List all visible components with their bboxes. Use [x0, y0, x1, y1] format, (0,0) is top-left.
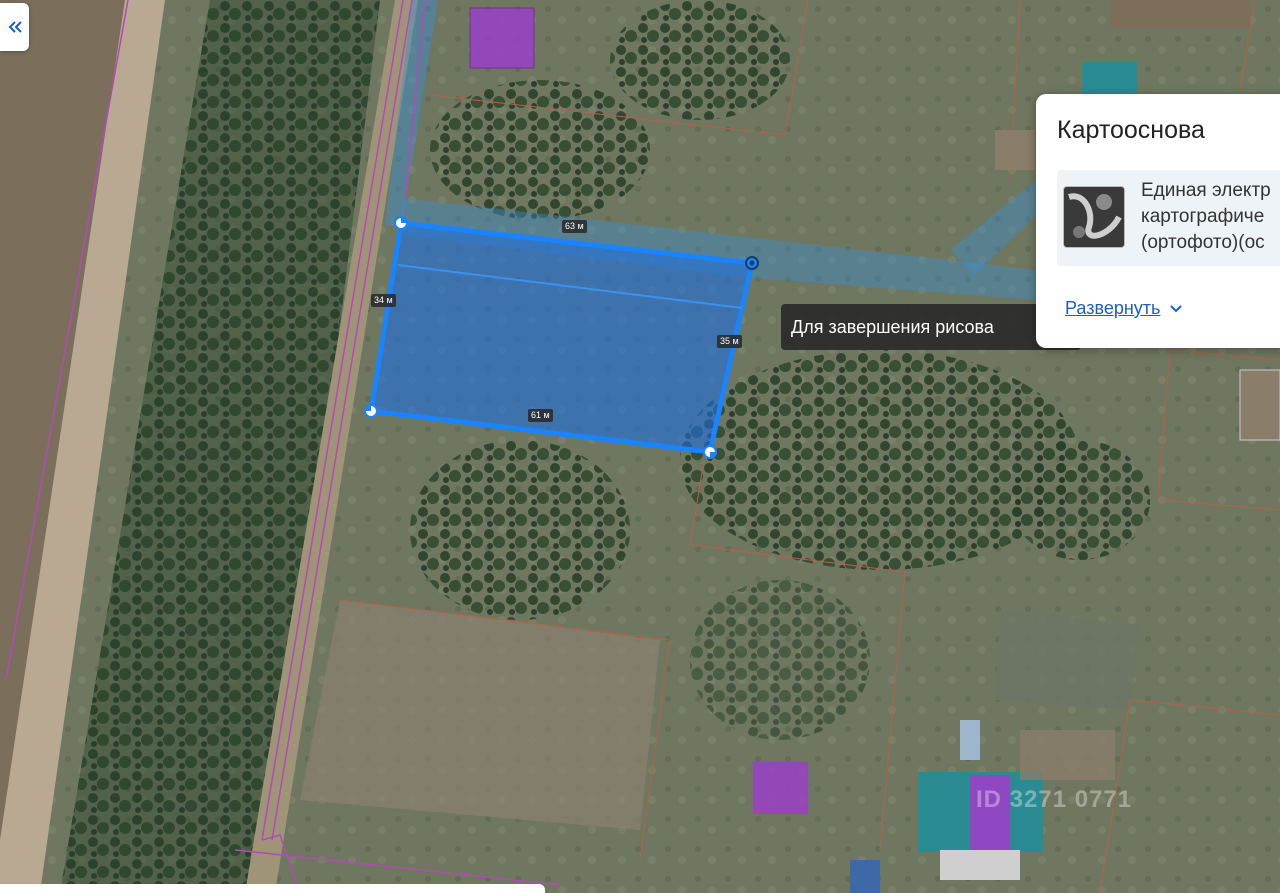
edge-length-top: 63 м [562, 220, 587, 233]
layer-name: Единая электр картографиче (ортофото)(ос [1141, 180, 1271, 253]
forest-patch [610, 0, 790, 120]
building [960, 720, 980, 760]
building [1082, 62, 1137, 94]
chevron-down-icon[interactable] [1169, 304, 1183, 314]
layer-thumbnail [1063, 186, 1125, 248]
bottom-panel-edge [0, 884, 545, 893]
forest-patch [680, 350, 1080, 570]
building [995, 130, 1035, 170]
collapse-sidebar-button[interactable] [0, 3, 29, 51]
basemap-panel: Картооснова Единая электр картографиче (… [1036, 94, 1280, 348]
polygon-vertex[interactable] [703, 445, 717, 459]
edge-length-right: 35 м [717, 335, 742, 348]
forest-patch [410, 440, 630, 620]
parcel-id-watermark: ID 3271 0771 [976, 786, 1133, 813]
polygon-vertex[interactable] [745, 256, 759, 270]
panel-title: Картооснова [1057, 116, 1205, 144]
forest-patch [690, 580, 870, 740]
building [753, 762, 808, 814]
building [940, 850, 1020, 880]
forest-patch [430, 80, 650, 220]
bare-lot [300, 600, 660, 830]
basemap-layer-item[interactable]: Единая электр картографиче (ортофото)(ос [1057, 170, 1280, 266]
building [1110, 0, 1250, 28]
building [469, 7, 535, 69]
building [850, 860, 880, 893]
edge-length-left: 34 м [371, 294, 396, 307]
building [1239, 369, 1280, 441]
bare-lot [995, 610, 1140, 710]
polygon-vertex[interactable] [364, 404, 378, 418]
expand-link[interactable]: Развернуть [1065, 298, 1160, 319]
polygon-vertex[interactable] [394, 216, 408, 230]
edge-length-bottom: 61 м [528, 409, 553, 422]
building [1020, 730, 1115, 780]
drawn-area-polygon[interactable] [368, 220, 755, 455]
forest-patch [1010, 440, 1150, 560]
double-chevron-left-icon [8, 21, 22, 33]
